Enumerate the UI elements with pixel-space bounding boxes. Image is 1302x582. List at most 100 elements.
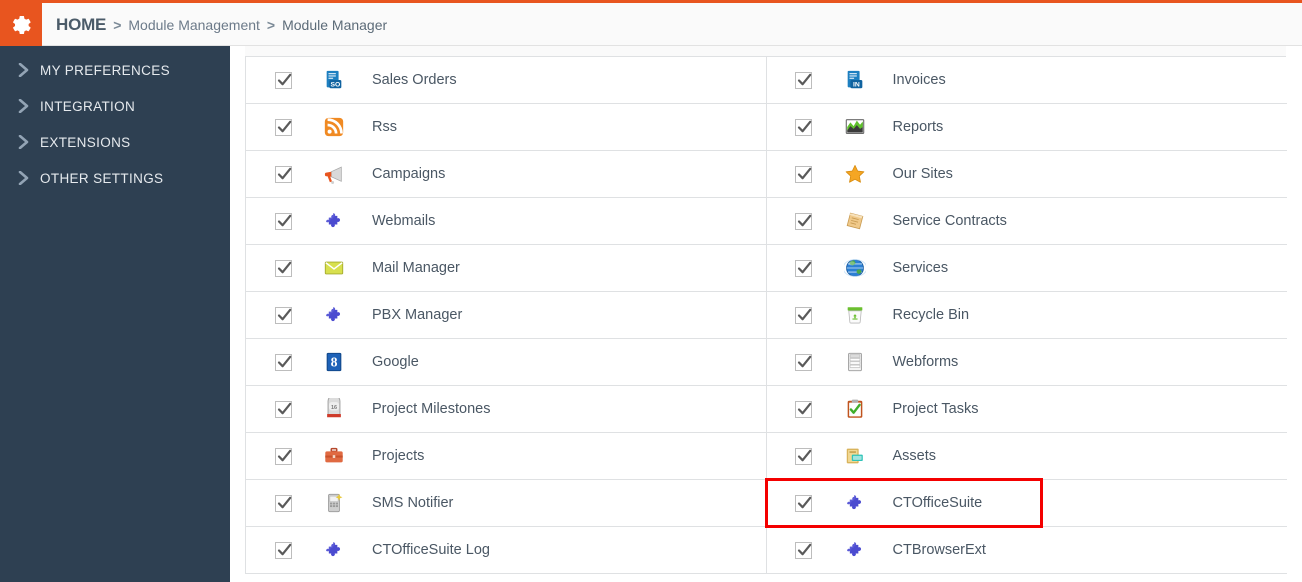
module-enabled-checkbox[interactable] [767,71,835,89]
table-row[interactable]: Assets [766,433,1287,480]
chevron-right-icon [16,134,32,150]
sidebar-item-label: OTHER SETTINGS [40,170,164,186]
table-row[interactable]: Project Tasks [766,386,1287,433]
table-row[interactable]: Mail Manager [246,245,766,292]
table-row[interactable]: CTOfficeSuite Log [246,527,766,574]
module-enabled-checkbox[interactable] [246,259,314,277]
module-name-label: Assets [892,448,937,464]
module-enabled-checkbox[interactable] [767,212,835,230]
table-row[interactable]: 16 Project Milestones [246,386,766,433]
module-enabled-checkbox[interactable] [767,447,835,465]
module-name-label: Rss [372,119,397,135]
module-enabled-checkbox[interactable] [767,494,835,512]
google-g-icon: 8 [314,351,354,373]
module-name-label: CTBrowserExt [892,542,986,558]
module-enabled-checkbox[interactable] [767,353,835,371]
table-row[interactable]: Projects [246,433,766,480]
module-name-label: PBX Manager [372,307,463,323]
module-name-label: Our Sites [892,166,953,182]
table-row[interactable]: Campaigns [246,151,766,198]
envelope-icon [314,257,354,279]
megaphone-icon [314,163,354,185]
module-name-label: Webforms [892,354,959,370]
gear-icon[interactable] [0,3,42,46]
table-row[interactable]: Rss [246,104,766,151]
sidebar-item-label: MY PREFERENCES [40,62,170,78]
module-enabled-checkbox[interactable] [246,494,314,512]
module-manager-page: HOME > Module Management > Module Manage… [0,0,1302,582]
module-enabled-checkbox[interactable] [767,541,835,559]
chevron-right-icon [16,170,32,186]
table-row[interactable]: Reports [766,104,1287,151]
sidebar-item-label: EXTENSIONS [40,134,131,150]
breadcrumb-item-module-management[interactable]: Module Management [128,17,260,33]
module-enabled-checkbox[interactable] [246,212,314,230]
table-row[interactable]: Webmails [246,198,766,245]
module-name-label: Reports [892,119,944,135]
module-enabled-checkbox[interactable] [767,259,835,277]
puzzle-piece-icon [835,539,875,561]
table-row[interactable]: Services [766,245,1287,292]
svg-text:16: 16 [331,405,337,411]
star-icon [835,163,875,185]
module-name-label: Sales Orders [372,72,457,88]
module-name-label: Services [892,260,949,276]
sidebar-item-integration[interactable]: INTEGRATION [0,88,230,124]
table-row[interactable]: SO Sales Orders [246,57,766,104]
chevron-right-icon [16,98,32,114]
table-row[interactable]: IN Invoices [766,57,1287,104]
module-name-label: Invoices [892,72,946,88]
svg-text:SO: SO [330,82,340,89]
breadcrumb: HOME > Module Management > Module Manage… [56,3,387,46]
breadcrumb-separator: > [113,16,122,33]
module-enabled-checkbox[interactable] [246,353,314,371]
table-row[interactable]: Service Contracts [766,198,1287,245]
breadcrumb-separator: > [266,16,276,33]
table-scroll-top-edge [245,46,1286,56]
module-enabled-checkbox[interactable] [246,447,314,465]
sidebar-item-my-preferences[interactable]: MY PREFERENCES [0,52,230,88]
table-row[interactable]: Recycle Bin [766,292,1287,339]
sales-order-document-icon: SO [314,69,354,91]
table-row[interactable]: CTBrowserExt [766,527,1287,574]
module-enabled-checkbox[interactable] [246,165,314,183]
module-enabled-checkbox[interactable] [767,306,835,324]
module-enabled-checkbox[interactable] [767,165,835,183]
table-row[interactable]: SMS Notifier [246,480,766,527]
module-name-label: CTOfficeSuite [892,495,983,511]
scroll-contract-icon [835,210,875,232]
module-name-label: Campaigns [372,166,446,182]
milestone-calendar-icon: 16 [314,398,354,420]
sidebar-item-label: INTEGRATION [40,98,136,114]
table-row[interactable]: Our Sites [766,151,1287,198]
table-row[interactable]: 8 Google [246,339,766,386]
sidebar-item-extensions[interactable]: EXTENSIONS [0,124,230,160]
mobile-phone-icon [314,492,354,514]
puzzle-piece-icon [314,210,354,232]
svg-text:IN: IN [852,82,859,89]
module-grid: SO Sales Orders Rss Campaigns Webmails Mail M… [245,56,1287,574]
module-name-label: CTOfficeSuite Log [372,542,490,558]
module-enabled-checkbox[interactable] [767,400,835,418]
sidebar-item-other-settings[interactable]: OTHER SETTINGS [0,160,230,196]
breadcrumb-item-module-manager: Module Manager [282,16,388,33]
module-enabled-checkbox[interactable] [767,118,835,136]
puzzle-piece-icon [314,304,354,326]
table-row[interactable]: PBX Manager [246,292,766,339]
module-enabled-checkbox[interactable] [246,400,314,418]
chart-report-icon [835,116,875,138]
module-enabled-checkbox[interactable] [246,118,314,136]
breadcrumb-home[interactable]: HOME [56,15,106,35]
module-enabled-checkbox[interactable] [246,71,314,89]
module-enabled-checkbox[interactable] [246,306,314,324]
svg-text:8: 8 [331,355,338,370]
module-table: SO Sales Orders Rss Campaigns Webmails Mail M… [245,46,1287,574]
webform-lines-icon [835,351,875,373]
table-row[interactable]: CTOfficeSuite [766,480,1287,527]
puzzle-piece-icon [314,539,354,561]
table-row[interactable]: Webforms [766,339,1287,386]
module-enabled-checkbox[interactable] [246,541,314,559]
sidebar: MY PREFERENCES INTEGRATION EXTENSIONS OT… [0,46,230,582]
module-list-panel: SO Sales Orders Rss Campaigns Webmails Mail M… [230,46,1302,582]
module-name-label: Recycle Bin [892,307,970,323]
